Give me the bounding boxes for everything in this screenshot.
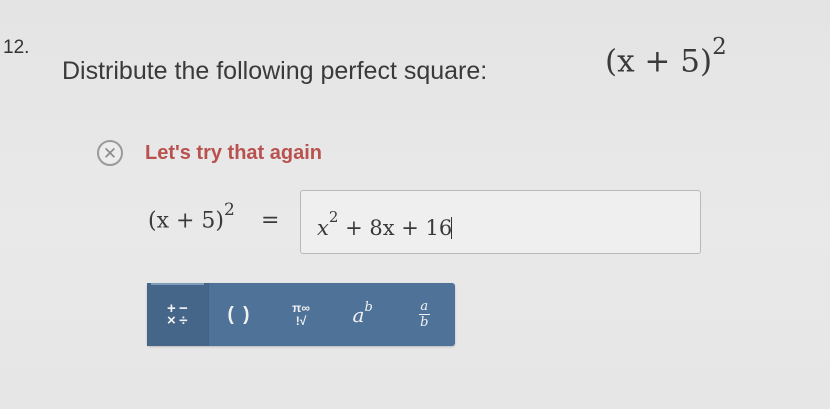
equation-lhs: (x + 5)2 <box>148 200 235 234</box>
times-glyph: × <box>166 311 176 329</box>
parentheses-button[interactable]: ( ) <box>209 283 271 346</box>
question-expression-base: (x + 5) <box>605 43 713 80</box>
pi-infinity-root-icon: π∞ !√ <box>292 300 310 328</box>
feedback-message: ✕ Let's try that again <box>97 140 322 166</box>
operators-icon: + − × ÷ <box>165 301 189 329</box>
fraction-denominator: b <box>420 315 429 330</box>
fraction-numerator: a <box>420 299 429 314</box>
question-prompt: Distribute the following perfect square: <box>62 57 488 85</box>
pi-infinity-glyphs: π∞ <box>292 300 310 315</box>
answer-rest: + 8x + 16 <box>338 216 453 240</box>
text-caret <box>451 217 453 239</box>
question-number: 12. <box>3 37 30 58</box>
parentheses-icon: ( ) <box>227 303 252 325</box>
answer-exponent: 2 <box>328 208 339 226</box>
operators-button[interactable]: + − × ÷ <box>147 283 209 346</box>
math-toolbar: + − × ÷ ( ) π∞ !√ ab a b <box>147 283 455 346</box>
fraction-button[interactable]: a b <box>393 283 455 346</box>
equation-lhs-exponent: 2 <box>224 200 235 220</box>
feedback-text: Let's try that again <box>145 141 323 164</box>
equals-sign: = <box>261 208 280 233</box>
question-expression: (x + 5)2 <box>605 34 727 80</box>
exponent-power: b <box>364 299 373 315</box>
answer-input[interactable]: x2 + 8x + 16 <box>300 190 701 254</box>
question-expression-exponent: 2 <box>712 34 727 60</box>
fraction-icon: a b <box>418 299 430 330</box>
exponent-base: a <box>352 302 365 327</box>
answer-value: x2 + 8x + 16 <box>317 208 453 240</box>
divide-glyph: ÷ <box>179 311 188 329</box>
symbols-button[interactable]: π∞ !√ <box>270 283 332 346</box>
equation-lhs-base: (x + 5) <box>148 208 224 234</box>
x-circle-icon: ✕ <box>97 140 123 166</box>
exponent-icon: ab <box>352 299 373 327</box>
factorial-root-glyphs: !√ <box>295 313 307 328</box>
answer-variable: x <box>317 216 329 240</box>
exponent-button[interactable]: ab <box>332 283 394 346</box>
